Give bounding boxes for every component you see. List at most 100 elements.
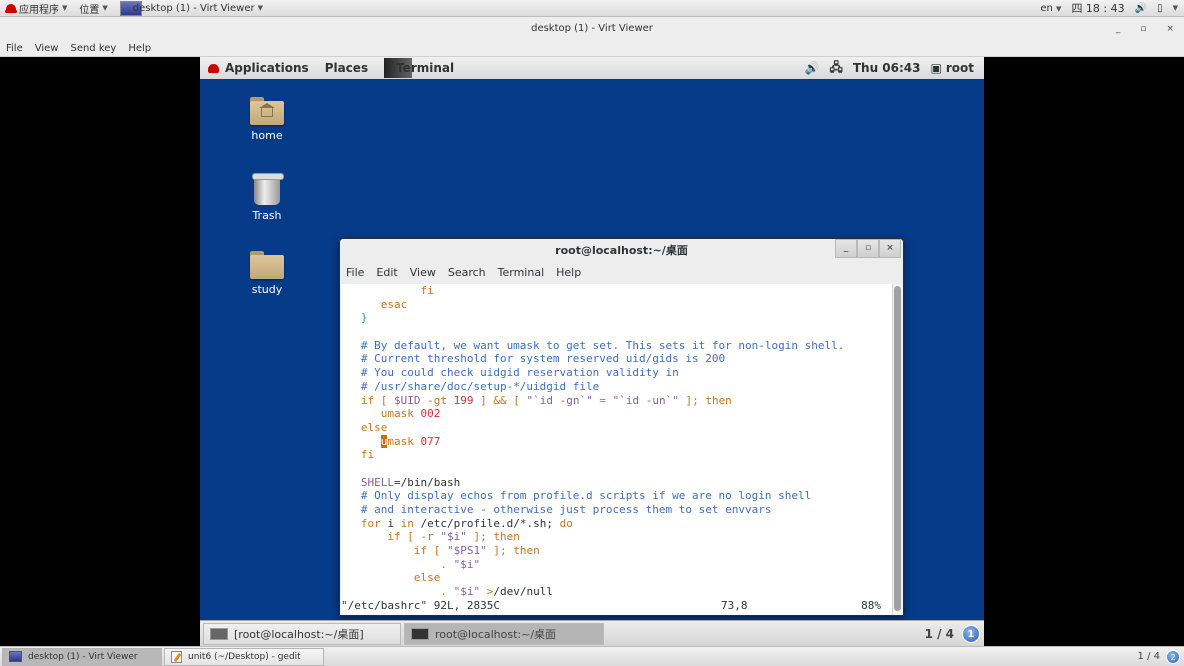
desktop-icon-study[interactable]: study bbox=[232, 251, 302, 296]
code-token: # and interactive - otherwise just proce… bbox=[341, 503, 772, 516]
host-active-app-menu[interactable]: desktop (1) - Virt Viewer ▼ bbox=[114, 0, 269, 17]
scrollbar-thumb[interactable] bbox=[894, 286, 901, 611]
host-top-panel: 应用程序 ▼ 位置 ▼ desktop (1) - Virt Viewer ▼ … bbox=[0, 0, 1184, 17]
battery-icon[interactable]: ▯ bbox=[1157, 3, 1163, 14]
volume-icon[interactable]: 🔊 bbox=[1135, 3, 1147, 14]
code-token: mask bbox=[387, 434, 421, 448]
volume-icon[interactable]: 🔊 bbox=[805, 61, 820, 75]
code-line: fi bbox=[341, 284, 894, 298]
guest-active-app[interactable]: Terminal bbox=[376, 57, 462, 79]
code-line: # and interactive - otherwise just proce… bbox=[341, 503, 894, 517]
code-token: ]; then bbox=[486, 544, 540, 558]
guest-notification-badge[interactable]: 1 bbox=[962, 624, 980, 643]
network-icon[interactable]: 🖧 bbox=[829, 58, 842, 79]
guest-task-terminal-2[interactable]: root@localhost:~/桌面 bbox=[404, 622, 604, 645]
terminal-title: root@localhost:~/桌面 bbox=[555, 244, 688, 257]
host-places-label: 位置 bbox=[79, 4, 100, 16]
terminal-menu-view[interactable]: View bbox=[404, 266, 442, 279]
virt-viewer-title: desktop (1) - Virt Viewer bbox=[531, 23, 653, 34]
host-applications-menu[interactable]: 应用程序 ▼ bbox=[0, 0, 73, 17]
guest-display[interactable]: Applications Places Terminal 🔊 🖧 Thu 06:… bbox=[200, 57, 984, 646]
terminal-menu-terminal[interactable]: Terminal bbox=[492, 266, 551, 279]
chevron-down-icon: ▼ bbox=[257, 4, 263, 12]
vim-scroll-percent: 88% bbox=[861, 599, 881, 612]
terminal-menu-edit[interactable]: Edit bbox=[370, 266, 403, 279]
code-line: if [ "$PS1" ]; then bbox=[341, 544, 894, 558]
code-token: =/bin/bash bbox=[394, 475, 461, 489]
folder-icon bbox=[250, 251, 284, 279]
menu-send-key[interactable]: Send key bbox=[64, 43, 122, 54]
host-active-app-label: desktop (1) - Virt Viewer bbox=[132, 2, 255, 14]
terminal-content[interactable]: fi esac } # By default, we want umask to… bbox=[341, 284, 894, 615]
terminal-minimize-button[interactable]: _ bbox=[835, 239, 857, 258]
task-label: root@localhost:~/桌面 bbox=[435, 627, 557, 641]
guest-places-label: Places bbox=[324, 61, 369, 75]
terminal-menu-help[interactable]: Help bbox=[550, 266, 587, 279]
system-menu-chevron-icon[interactable]: ▼ bbox=[1173, 4, 1178, 12]
minimize-button[interactable]: _ bbox=[1116, 17, 1121, 41]
desktop-icon-label: Trash bbox=[252, 209, 282, 222]
guest-clock[interactable]: Thu 06:43 bbox=[853, 61, 921, 75]
host-task-gedit[interactable]: unit6 (~/Desktop) - gedit bbox=[164, 647, 324, 666]
host-clock[interactable]: 四 18 : 43 bbox=[1071, 0, 1124, 16]
virt-viewer-menubar: File View Send key Help bbox=[0, 41, 1184, 57]
guest-user-label: root bbox=[945, 61, 974, 75]
code-token: > bbox=[480, 585, 494, 599]
terminal-maximize-button[interactable]: ▫ bbox=[857, 239, 879, 258]
code-token: # Only display echos from profile.d scri… bbox=[341, 489, 812, 503]
code-token: else bbox=[413, 571, 441, 585]
terminal-titlebar[interactable]: root@localhost:~/桌面 _ ▫ × bbox=[340, 239, 903, 262]
code-token: else bbox=[360, 420, 388, 434]
host-workspace-indicator[interactable]: 1 / 4 bbox=[1138, 651, 1160, 662]
desktop-icon-home[interactable]: home bbox=[232, 97, 302, 142]
terminal-scrollbar[interactable] bbox=[892, 284, 902, 615]
code-line: # /usr/share/doc/setup-*/uidgid file bbox=[341, 380, 894, 394]
code-line: else bbox=[341, 571, 894, 585]
code-line: # You could check uidgid reservation val… bbox=[341, 366, 894, 380]
terminal-menu-file[interactable]: File bbox=[340, 266, 370, 279]
chevron-down-icon: ▼ bbox=[102, 4, 108, 12]
code-line: } bbox=[341, 311, 894, 325]
terminal-menubar: File Edit View Search Terminal Help bbox=[340, 262, 903, 283]
redhat-logo-icon bbox=[5, 4, 17, 13]
guest-user-menu[interactable]: ▣ root bbox=[931, 61, 975, 75]
guest-applications-menu[interactable]: Applications bbox=[200, 57, 317, 79]
host-places-menu[interactable]: 位置 ▼ bbox=[73, 0, 113, 17]
host-notification-badge[interactable]: 2 bbox=[1166, 649, 1180, 664]
terminal-menu-search[interactable]: Search bbox=[442, 266, 492, 279]
user-icon: ▣ bbox=[930, 61, 942, 75]
code-token: # Current threshold for system reserved … bbox=[341, 352, 726, 366]
vim-status-line: "/etc/bashrc" 92L, 2835C 73,8 88% bbox=[341, 599, 894, 613]
close-button[interactable]: × bbox=[1166, 17, 1174, 41]
code-token: /dev/null bbox=[493, 585, 553, 599]
code-line: . "$i" >/dev/null bbox=[341, 585, 894, 599]
menu-help[interactable]: Help bbox=[122, 43, 157, 54]
code-token: if [ bbox=[360, 393, 394, 407]
host-task-virt-viewer[interactable]: desktop (1) - Virt Viewer bbox=[2, 647, 162, 666]
code-token: SHELL bbox=[360, 475, 394, 489]
maximize-button[interactable]: ▫ bbox=[1140, 17, 1146, 41]
guest-task-terminal-1[interactable]: [root@localhost:~/桌面] bbox=[203, 622, 401, 645]
code-line: esac bbox=[341, 298, 894, 312]
guest-places-menu[interactable]: Places bbox=[317, 57, 376, 79]
menu-file[interactable]: File bbox=[0, 43, 29, 54]
code-line: if [ -r "$i" ]; then bbox=[341, 530, 894, 544]
code-line: . "$i" bbox=[341, 558, 894, 572]
code-token: 002 bbox=[420, 407, 441, 421]
code-token: if [ bbox=[413, 544, 447, 558]
code-token: 077 bbox=[420, 434, 441, 448]
menu-view[interactable]: View bbox=[29, 43, 65, 54]
code-line: # Only display echos from profile.d scri… bbox=[341, 489, 894, 503]
guest-workspace-indicator[interactable]: 1 / 4 bbox=[925, 627, 954, 641]
task-label: unit6 (~/Desktop) - gedit bbox=[188, 651, 301, 662]
input-method-indicator[interactable]: en ▼ bbox=[1040, 3, 1061, 14]
code-token: do bbox=[559, 516, 573, 530]
desktop-icon-trash[interactable]: Trash bbox=[232, 173, 302, 222]
terminal-window[interactable]: root@localhost:~/桌面 _ ▫ × File Edit View… bbox=[339, 238, 904, 616]
terminal-close-button[interactable]: × bbox=[879, 239, 901, 258]
host-bottom-panel: desktop (1) - Virt Viewer unit6 (~/Deskt… bbox=[0, 646, 1184, 666]
